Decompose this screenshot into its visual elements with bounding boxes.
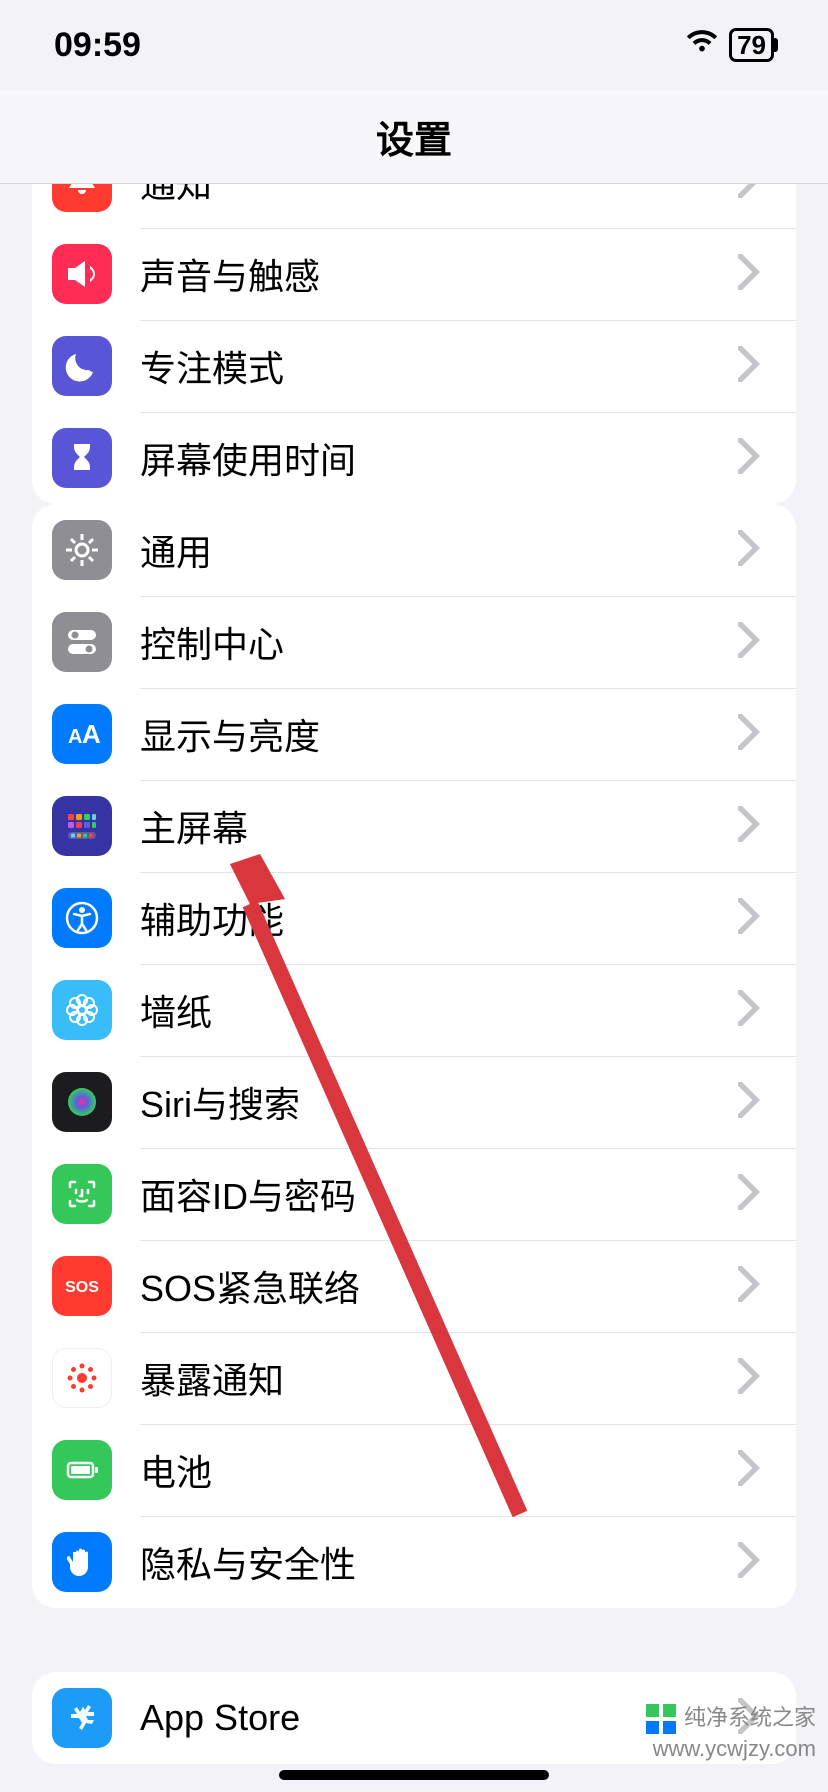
accessibility-icon <box>52 888 112 948</box>
flower-icon <box>52 980 112 1040</box>
chevron-right-icon <box>738 1266 778 1307</box>
speaker-icon <box>52 244 112 304</box>
battery-row-icon <box>52 1440 112 1500</box>
row-sos[interactable]: SOS SOS紧急联络 <box>32 1240 796 1332</box>
row-battery[interactable]: 电池 <box>32 1424 796 1516</box>
svg-text:A: A <box>68 726 82 748</box>
watermark-logo-icon <box>644 1702 678 1736</box>
app-grid-icon <box>52 796 112 856</box>
exposure-icon <box>52 1348 112 1408</box>
row-face-id[interactable]: 面容ID与密码 <box>32 1148 796 1240</box>
row-label: 面容ID与密码 <box>140 1168 738 1220</box>
gear-icon <box>52 520 112 580</box>
row-label: Siri与搜索 <box>140 1076 738 1128</box>
chevron-right-icon <box>738 1358 778 1399</box>
chevron-right-icon <box>738 990 778 1031</box>
chevron-right-icon <box>738 438 778 479</box>
row-siri[interactable]: Siri与搜索 <box>32 1056 796 1148</box>
hand-icon <box>52 1532 112 1592</box>
chevron-right-icon <box>738 1542 778 1583</box>
chevron-right-icon <box>738 1450 778 1491</box>
row-label: 隐私与安全性 <box>140 1536 738 1588</box>
row-general[interactable]: 通用 <box>32 504 796 596</box>
row-screen-time[interactable]: 屏幕使用时间 <box>32 412 796 504</box>
row-label: 通知 <box>140 184 738 208</box>
row-privacy[interactable]: 隐私与安全性 <box>32 1516 796 1608</box>
row-control-center[interactable]: 控制中心 <box>32 596 796 688</box>
watermark-title: 纯净系统之家 <box>684 1704 816 1729</box>
row-label: 墙纸 <box>140 984 738 1036</box>
chevron-right-icon <box>738 898 778 939</box>
row-label: SOS紧急联络 <box>140 1260 738 1312</box>
siri-icon <box>52 1072 112 1132</box>
row-label: 通用 <box>140 524 738 576</box>
row-label: 声音与触感 <box>140 248 738 300</box>
settings-group-1: 通知 声音与触感 专注模式 屏幕使用时间 <box>32 184 796 504</box>
home-indicator[interactable] <box>279 1770 549 1780</box>
row-label: 辅助功能 <box>140 892 738 944</box>
sos-icon: SOS <box>52 1256 112 1316</box>
hourglass-icon <box>52 428 112 488</box>
watermark: 纯净系统之家 www.ycwjzy.com <box>644 1702 816 1762</box>
row-home-screen[interactable]: 主屏幕 <box>32 780 796 872</box>
settings-group-2: 通用 控制中心 AA 显示与亮度 主屏幕 辅助功能 墙纸 <box>32 504 796 1608</box>
row-label: 电池 <box>140 1444 738 1496</box>
page-title: 设置 <box>376 109 452 164</box>
chevron-right-icon <box>738 346 778 387</box>
bell-icon <box>52 184 112 212</box>
chevron-right-icon <box>738 1174 778 1215</box>
status-time: 09:59 <box>54 26 141 65</box>
chevron-right-icon <box>738 184 778 203</box>
row-wallpaper[interactable]: 墙纸 <box>32 964 796 1056</box>
row-display[interactable]: AA 显示与亮度 <box>32 688 796 780</box>
status-right: 79 <box>675 26 774 65</box>
chevron-right-icon <box>738 530 778 571</box>
chevron-right-icon <box>738 806 778 847</box>
row-exposure[interactable]: 暴露通知 <box>32 1332 796 1424</box>
chevron-right-icon <box>738 622 778 663</box>
app-store-icon <box>52 1688 112 1748</box>
row-sounds[interactable]: 声音与触感 <box>32 228 796 320</box>
row-notifications[interactable]: 通知 <box>32 184 796 228</box>
row-accessibility[interactable]: 辅助功能 <box>32 872 796 964</box>
row-label: 显示与亮度 <box>140 708 738 760</box>
battery-icon: 79 <box>729 28 774 63</box>
row-label: 专注模式 <box>140 340 738 392</box>
watermark-url: www.ycwjzy.com <box>653 1736 816 1761</box>
row-label: 控制中心 <box>140 616 738 668</box>
wifi-icon <box>685 26 719 65</box>
chevron-right-icon <box>738 1082 778 1123</box>
nav-header: 设置 <box>0 90 828 184</box>
row-label: 主屏幕 <box>140 800 738 852</box>
content-scroll[interactable]: 通知 声音与触感 专注模式 屏幕使用时间 通用 控制中心 <box>0 184 828 1792</box>
moon-icon <box>52 336 112 396</box>
status-bar: 09:59 79 <box>0 0 828 90</box>
row-label: 暴露通知 <box>140 1352 738 1404</box>
row-focus[interactable]: 专注模式 <box>32 320 796 412</box>
face-id-icon <box>52 1164 112 1224</box>
text-size-icon: AA <box>52 704 112 764</box>
row-label: 屏幕使用时间 <box>140 432 738 484</box>
switches-icon <box>52 612 112 672</box>
chevron-right-icon <box>738 254 778 295</box>
svg-text:SOS: SOS <box>65 1279 99 1296</box>
chevron-right-icon <box>738 714 778 755</box>
svg-text:A: A <box>82 719 101 749</box>
